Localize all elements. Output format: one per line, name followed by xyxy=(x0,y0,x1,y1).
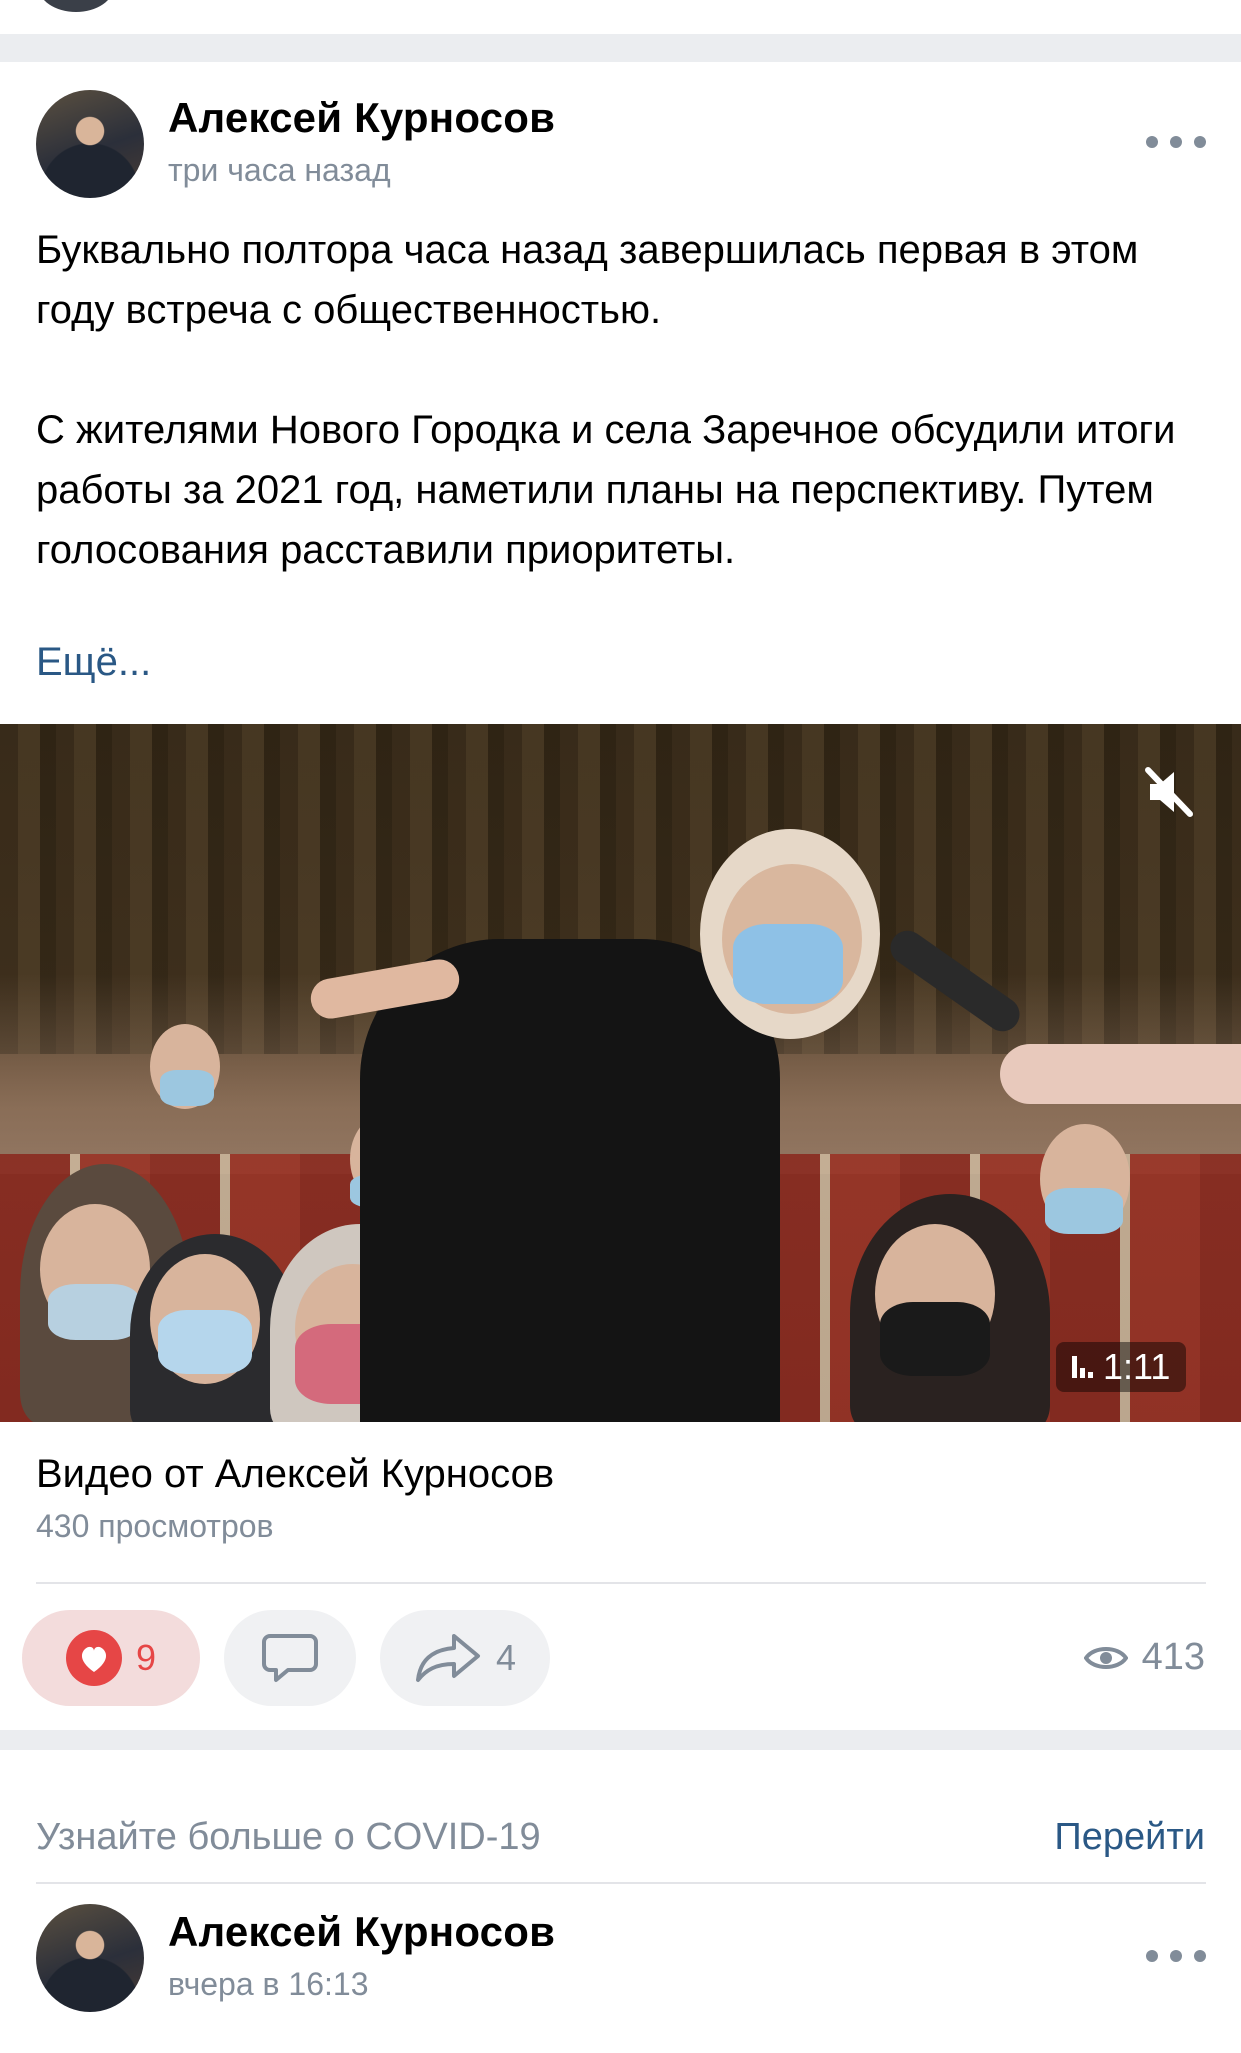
covid-info-text: Узнайте больше о COVID-19 xyxy=(36,1816,541,1858)
post-card: Алексей Курносов три часа назад Буквальн… xyxy=(0,62,1241,1730)
speaker xyxy=(360,939,780,1422)
comment-icon xyxy=(262,1634,318,1682)
author-avatar[interactable] xyxy=(36,90,144,198)
video-views: 430 просмотров xyxy=(36,1508,274,1544)
post-text: Буквально полтора часа назад завершилась… xyxy=(36,220,1206,580)
share-button[interactable]: 4 xyxy=(380,1610,550,1706)
views-count: 413 xyxy=(1141,1636,1205,1678)
author-name[interactable]: Алексей Курносов xyxy=(168,94,555,142)
post-time[interactable]: три часа назад xyxy=(168,152,391,189)
previous-post-fragment xyxy=(0,0,1241,34)
avatar[interactable] xyxy=(38,0,114,12)
video-duration-badge: 1:11 xyxy=(1056,1342,1187,1392)
post-card: Алексей Курносов вчера в 16:13 xyxy=(0,1882,1241,2053)
heart-icon xyxy=(65,1630,122,1686)
eye-icon xyxy=(1083,1646,1128,1669)
like-button[interactable]: 9 xyxy=(22,1610,200,1706)
like-count: 9 xyxy=(135,1637,157,1678)
post-paragraph: Буквально полтора часа назад завершилась… xyxy=(36,228,1139,332)
share-count: 4 xyxy=(495,1637,517,1678)
covid-info-link[interactable]: Перейти xyxy=(1054,1816,1205,1859)
video-title[interactable]: Видео от Алексей Курносов xyxy=(36,1452,554,1497)
video-player[interactable]: 1:11 xyxy=(0,724,1241,1422)
share-arrow-icon xyxy=(415,1634,480,1682)
views-counter: 413 xyxy=(1083,1636,1205,1679)
divider xyxy=(36,1582,1206,1584)
divider xyxy=(36,1882,1206,1884)
author-name[interactable]: Алексей Курносов xyxy=(168,1908,555,1956)
more-horizontal-icon[interactable] xyxy=(1146,122,1206,162)
signal-bars-icon xyxy=(1072,1356,1093,1378)
author-avatar[interactable] xyxy=(36,1904,144,2012)
post-time[interactable]: вчера в 16:13 xyxy=(168,1966,368,2003)
show-more-link[interactable]: Ещё... xyxy=(36,640,151,685)
post-paragraph: С жителями Нового Городка и села Заречно… xyxy=(36,408,1176,572)
volume-muted-icon[interactable] xyxy=(1140,764,1196,820)
more-horizontal-icon[interactable] xyxy=(1146,1936,1206,1976)
video-duration: 1:11 xyxy=(1103,1346,1171,1387)
comment-button[interactable] xyxy=(224,1610,356,1706)
